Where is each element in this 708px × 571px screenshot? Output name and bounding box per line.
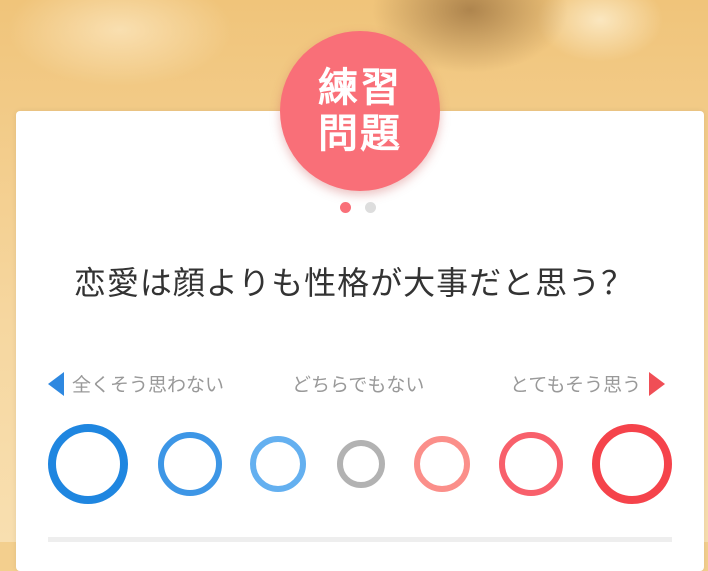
divider (48, 537, 672, 542)
answer-option-6[interactable] (499, 432, 563, 496)
answer-option-7[interactable] (592, 424, 672, 504)
scale-label-disagree-text: 全くそう思わない (72, 374, 225, 396)
answer-option-1[interactable] (48, 424, 128, 504)
badge-line-2: 問題 (318, 111, 402, 157)
scale-label-disagree: 全くそう思わない (48, 370, 224, 397)
question-text: 恋愛は顔よりも性格が大事だと思う？ (73, 264, 635, 302)
pagination-dots (340, 202, 376, 213)
practice-badge: 練習 問題 (280, 31, 440, 191)
scale-label-agree-text: とてもそう思う (510, 374, 642, 396)
right-arrow-icon (649, 371, 666, 396)
page-dot-2[interactable] (365, 202, 376, 213)
left-arrow-icon (48, 371, 64, 396)
answer-option-5[interactable] (414, 436, 470, 492)
badge-line-1: 練習 (318, 65, 402, 111)
page-dot-1[interactable] (340, 202, 351, 213)
answer-option-3[interactable] (250, 436, 306, 492)
scale-label-agree: とてもそう思う (510, 370, 666, 397)
answer-option-4[interactable] (337, 440, 385, 488)
answer-option-2[interactable] (158, 432, 222, 496)
scale-label-neutral: どちらでもない (292, 374, 425, 396)
